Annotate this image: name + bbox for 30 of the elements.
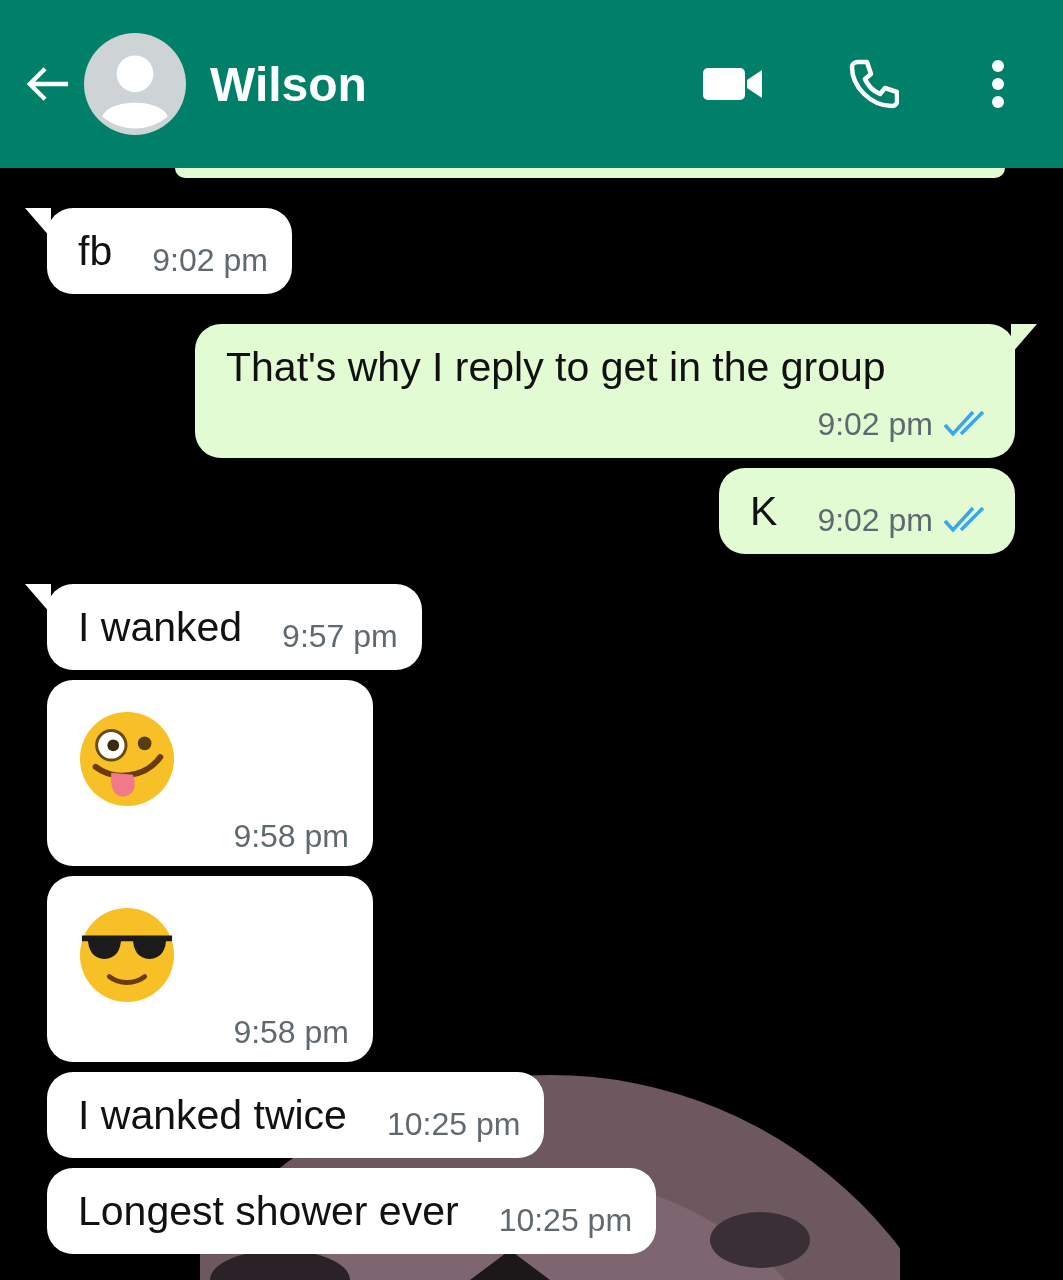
message-time: 9:57 pm — [282, 617, 398, 656]
message-text: That's why I reply to get in the group — [226, 343, 887, 392]
message-text: I wanked twice — [78, 1091, 347, 1140]
message-bubble[interactable]: 9:58 pm — [47, 876, 373, 1062]
message-time: 9:02 pm — [817, 405, 933, 444]
message-text: Longest shower ever — [78, 1187, 459, 1236]
message-time: 9:58 pm — [233, 1013, 349, 1052]
message-text: I wanked — [78, 603, 243, 652]
message-time: 9:58 pm — [233, 817, 349, 856]
message-bubble[interactable]: 9:58 pm — [47, 680, 373, 866]
message-bubble[interactable]: fb 9:02 pm — [47, 208, 292, 294]
message-bubble[interactable]: K 9:02 pm — [719, 468, 1015, 554]
message-time: 10:25 pm — [386, 1105, 521, 1144]
message-time: 9:02 pm — [152, 241, 268, 280]
back-arrow-icon[interactable] — [24, 64, 70, 104]
video-call-icon[interactable] — [703, 66, 763, 102]
message-bubble[interactable]: I wanked 9:57 pm — [47, 584, 422, 670]
message-text: fb — [78, 227, 113, 276]
contact-name[interactable]: Wilson — [210, 56, 703, 112]
message-time: 9:02 pm — [817, 501, 933, 540]
message-time: 10:25 pm — [498, 1201, 633, 1240]
message-bubble[interactable]: That's why I reply to get in the group 9:02 pm — [195, 324, 1015, 458]
phone-call-icon[interactable] — [849, 59, 899, 109]
avatar-icon[interactable] — [84, 33, 186, 135]
menu-icon[interactable] — [991, 59, 1005, 109]
message-text: K — [750, 487, 778, 536]
message-bubble[interactable]: I wanked twice 10:25 pm — [47, 1072, 545, 1158]
zany-face-icon — [78, 710, 176, 808]
sunglasses-face-icon — [78, 906, 176, 1004]
message-bubble[interactable]: Longest shower ever 10:25 pm — [47, 1168, 657, 1254]
